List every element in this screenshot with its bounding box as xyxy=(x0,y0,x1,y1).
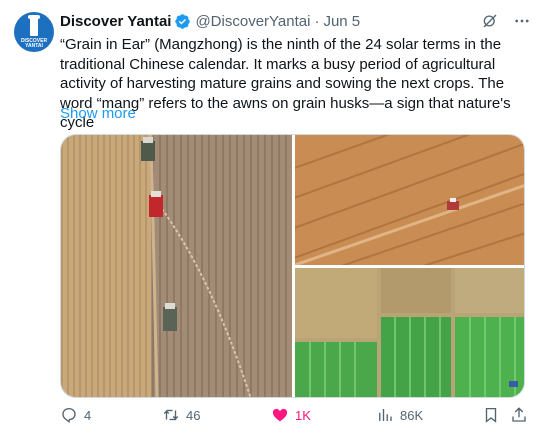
share-button[interactable] xyxy=(510,406,528,424)
reply-icon xyxy=(62,407,76,423)
repost-icon xyxy=(163,409,179,421)
green-and-golden-fields-image[interactable] xyxy=(295,268,525,398)
separator-dot: · xyxy=(314,12,320,30)
verified-badge-icon xyxy=(175,13,191,29)
grok-icon[interactable] xyxy=(481,12,499,30)
lighthouse-logo-icon xyxy=(28,15,40,36)
avatar[interactable]: DISCOVER YANTAI xyxy=(14,12,54,52)
repost-button[interactable]: 46 xyxy=(162,406,200,424)
more-icon[interactable] xyxy=(513,12,531,30)
author-name[interactable]: Discover Yantai xyxy=(60,13,171,30)
avatar-logo-text: DISCOVER YANTAI xyxy=(20,38,48,49)
reply-button[interactable]: 4 xyxy=(60,406,91,424)
views-count: 86K xyxy=(400,407,424,423)
plowed-field-tractor-image[interactable] xyxy=(295,135,525,265)
bookmark-button[interactable] xyxy=(482,406,500,424)
tweet-top-actions xyxy=(481,12,531,30)
views-chart-icon xyxy=(379,409,392,421)
tweet-card[interactable]: DISCOVER YANTAI Discover Yantai @Discover… xyxy=(0,0,549,437)
share-icon xyxy=(512,407,526,422)
show-more-link[interactable]: Show more xyxy=(60,104,136,124)
like-count: 1K xyxy=(295,407,311,423)
tweet-header: Discover Yantai @DiscoverYantai · Jun 5 xyxy=(60,11,360,31)
harvest-field-combines-image[interactable] xyxy=(61,135,292,398)
watermark-icon xyxy=(509,381,518,387)
repost-count: 46 xyxy=(186,407,201,423)
tweet-actions: 4 46 1K 86K xyxy=(60,406,536,428)
author-handle[interactable]: @DiscoverYantai xyxy=(195,13,310,30)
tweet-date[interactable]: Jun 5 xyxy=(323,13,360,30)
bookmark-icon xyxy=(485,407,497,423)
tweet-media[interactable] xyxy=(60,134,525,398)
reply-count: 4 xyxy=(84,407,92,423)
like-button[interactable]: 1K xyxy=(271,406,311,424)
heart-icon xyxy=(272,408,288,422)
views-button[interactable]: 86K xyxy=(376,406,423,424)
